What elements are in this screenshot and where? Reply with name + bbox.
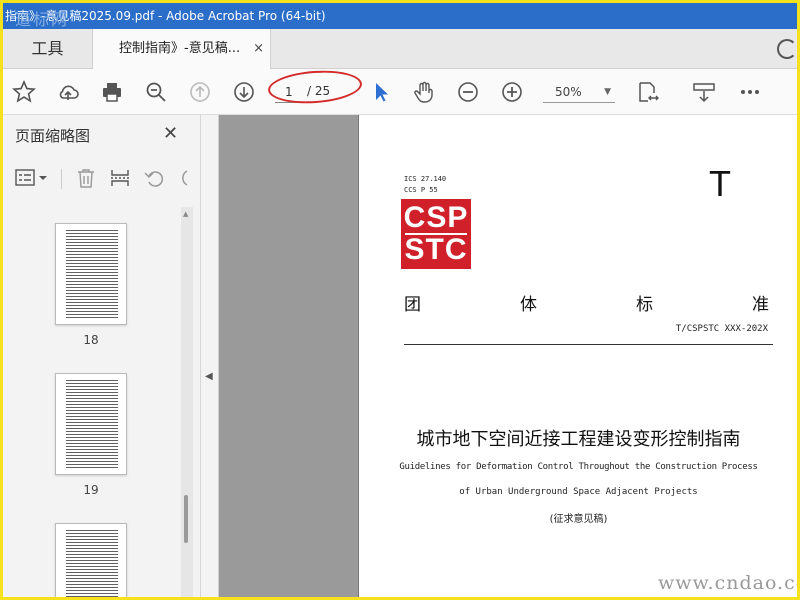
search-icon[interactable] [143, 79, 169, 105]
panel-toolbar [3, 161, 199, 195]
page-down-icon[interactable] [231, 79, 257, 105]
zoom-value: 50% [555, 85, 582, 99]
hand-icon[interactable] [411, 79, 437, 105]
title-bar: 指南》-意见稿2025.09.pdf - Adobe Acrobat Pro (… [3, 3, 797, 29]
chevron-down-icon: ▼ [604, 87, 611, 97]
draft-label: (征求意见稿) [549, 514, 608, 525]
trash-icon[interactable] [75, 167, 97, 193]
zoom-out-icon[interactable] [455, 79, 481, 105]
standard-char: 团 [404, 295, 421, 315]
english-title-line2: of Urban Underground Space Adjacent Proj… [459, 487, 698, 497]
thumbnail-label: 19 [83, 483, 99, 497]
toolbar-divider [61, 169, 62, 189]
select-arrow-icon[interactable] [367, 79, 393, 105]
options-menu-icon[interactable] [15, 167, 49, 193]
standard-char: 准 [752, 295, 769, 315]
help-icon[interactable] [777, 39, 797, 59]
rotate-right-icon[interactable] [175, 167, 189, 193]
panel-collapse-handle[interactable]: ◀ [201, 115, 219, 597]
standard-number: T/CSPSTC XXX-202X [675, 324, 768, 334]
tab-document-label: 控制指南》-意见稿... [119, 41, 241, 56]
header-rule [404, 344, 773, 345]
scroll-mode-icon[interactable] [691, 79, 717, 105]
scrollbar-thumb[interactable] [184, 495, 188, 543]
ccs-code: CCS P 55 [404, 186, 438, 194]
star-icon[interactable] [11, 79, 37, 105]
thumbnail-label: 18 [83, 333, 99, 347]
tab-bar: 工具 控制指南》-意见稿... × [3, 29, 797, 70]
zoom-select[interactable]: 50% ▼ [543, 81, 615, 103]
page-up-icon[interactable] [187, 79, 213, 105]
app-window: 指南》-意见稿2025.09.pdf - Adobe Acrobat Pro (… [0, 0, 800, 600]
rotate-left-icon[interactable] [143, 167, 165, 193]
cspstc-logo: CSP STC [401, 199, 471, 269]
document-title: 城市地下空间近接工程建设变形控制指南 [416, 429, 741, 450]
print-icon[interactable] [99, 79, 125, 105]
english-title-line1: Guidelines for Deformation Control Throu… [399, 462, 758, 472]
tab-tools[interactable]: 工具 [3, 29, 93, 69]
fit-page-icon[interactable] [635, 79, 661, 105]
document-background [219, 115, 358, 597]
zoom-in-icon[interactable] [499, 79, 525, 105]
scroll-up-icon[interactable]: ▲ [183, 210, 188, 218]
page-thumbnail[interactable] [55, 223, 127, 325]
logo-line1: CSP [403, 201, 469, 234]
main-toolbar: / 25 50% ▼ [3, 69, 797, 115]
watermark-bottom: www.cndao.com [658, 572, 797, 594]
cloud-upload-icon[interactable] [55, 79, 81, 105]
standard-type: 团 体 标 准 [404, 290, 769, 315]
watermark-top: 道标网 [15, 10, 70, 29]
tab-document[interactable]: 控制指南》-意见稿... × [93, 29, 271, 70]
standard-char: 体 [520, 295, 537, 315]
more-icon[interactable] [737, 79, 763, 105]
panel-title: 页面缩略图 [15, 127, 91, 145]
page-thumbnail[interactable] [55, 523, 127, 597]
thumbnails-panel: 页面缩略图 ✕ 18 19 ▲ [3, 115, 201, 597]
document-page: ICS 27.140 CCS P 55 T CSP STC 团 体 标 准 T/… [358, 115, 797, 597]
panel-close-icon[interactable]: ✕ [163, 123, 178, 144]
page-thumbnail[interactable] [55, 373, 127, 475]
insert-page-icon[interactable] [109, 167, 131, 193]
standard-letter: T [709, 163, 731, 204]
classification-codes: ICS 27.140 CCS P 55 [404, 174, 446, 196]
tab-close-icon[interactable]: × [253, 29, 264, 69]
ics-code: ICS 27.140 [404, 175, 447, 183]
chevron-left-icon: ◀ [205, 371, 213, 382]
standard-char: 标 [636, 295, 653, 315]
logo-line2: STC [404, 233, 468, 266]
thumbnail-list: 18 19 [3, 207, 181, 597]
